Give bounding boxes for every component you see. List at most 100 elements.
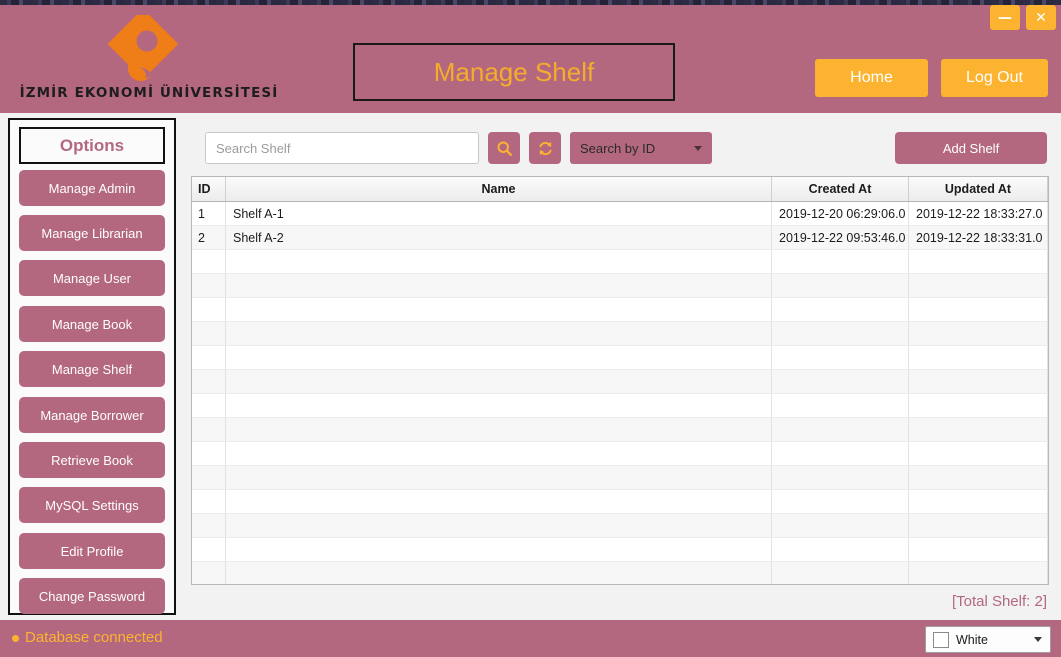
cell-empty	[225, 321, 772, 346]
add-shelf-button[interactable]: Add Shelf	[895, 132, 1047, 164]
cell-empty	[908, 345, 1048, 370]
cell-empty	[771, 417, 909, 442]
column-header-updated-at[interactable]: Updated At	[908, 177, 1048, 202]
table-header-row: ID Name Created At Updated At	[192, 177, 1048, 202]
page-title-box: Manage Shelf	[353, 43, 675, 101]
table-row-empty[interactable]	[192, 369, 1048, 394]
table-row-empty[interactable]	[192, 489, 1048, 514]
refresh-icon	[538, 141, 552, 155]
table-row-empty[interactable]	[192, 561, 1048, 584]
cell-empty	[225, 441, 772, 466]
cell-empty	[225, 369, 772, 394]
cell-empty	[771, 537, 909, 562]
application-window: İZMİR EKONOMİ ÜNİVERSİTESİ Manage Shelf …	[0, 5, 1061, 657]
minimize-icon: —	[998, 9, 1012, 26]
sidebar-item-edit-profile[interactable]: Edit Profile	[19, 533, 165, 569]
search-button[interactable]	[488, 132, 520, 164]
cell-empty	[908, 321, 1048, 346]
cell-empty	[192, 417, 226, 442]
table-row-empty[interactable]	[192, 249, 1048, 274]
university-name-label: İZMİR EKONOMİ ÜNİVERSİTESİ	[19, 85, 279, 101]
chevron-down-icon	[694, 145, 702, 151]
cell-empty	[908, 369, 1048, 394]
sidebar-heading: Options	[59, 135, 125, 155]
cell-empty	[771, 345, 909, 370]
status-indicator-icon	[12, 634, 19, 642]
close-button[interactable]: ✕	[1026, 5, 1056, 30]
cell-empty	[771, 297, 909, 322]
search-by-dropdown[interactable]: Search by ID	[570, 132, 712, 164]
cell-empty	[192, 537, 226, 562]
cell-empty	[771, 321, 909, 346]
theme-swatch-icon	[933, 631, 949, 648]
shelf-table[interactable]: ID Name Created At Updated At 1 Shelf A-…	[191, 176, 1049, 585]
izmir-ekonomi-logo-icon	[107, 15, 179, 81]
cell-empty	[771, 513, 909, 538]
cell-empty	[771, 249, 909, 274]
table-row[interactable]: 2 Shelf A-2 2019-12-22 09:53:46.0 2019-1…	[192, 225, 1048, 250]
cell-empty	[225, 393, 772, 418]
cell-empty	[192, 345, 226, 370]
database-status: Database connected	[12, 629, 163, 646]
sidebar-item-manage-user[interactable]: Manage User	[19, 260, 165, 296]
cell-empty	[192, 561, 226, 584]
sidebar-item-manage-borrower[interactable]: Manage Borrower	[19, 397, 165, 433]
column-header-created-at[interactable]: Created At	[771, 177, 909, 202]
table-row-empty[interactable]	[192, 537, 1048, 562]
cell-empty	[908, 561, 1048, 584]
table-row-empty[interactable]	[192, 417, 1048, 442]
cell-empty	[908, 273, 1048, 298]
refresh-button[interactable]	[529, 132, 561, 164]
cell-updated-at: 2019-12-22 18:33:31.0	[908, 225, 1048, 250]
table-row-empty[interactable]	[192, 465, 1048, 490]
sidebar-item-manage-book[interactable]: Manage Book	[19, 306, 165, 342]
cell-empty	[192, 369, 226, 394]
search-icon	[496, 140, 512, 156]
university-logo: İZMİR EKONOMİ ÜNİVERSİTESİ	[12, 9, 277, 103]
cell-name: Shelf A-1	[225, 201, 772, 226]
cell-empty	[225, 537, 772, 562]
cell-empty	[225, 417, 772, 442]
minimize-button[interactable]: —	[990, 5, 1020, 30]
sidebar-item-manage-shelf[interactable]: Manage Shelf	[19, 351, 165, 387]
theme-value: White	[956, 632, 988, 647]
sidebar-panel: Options Manage Admin Manage Librarian Ma…	[8, 118, 176, 615]
table-empty-rows	[192, 249, 1048, 584]
cell-empty	[908, 489, 1048, 514]
table-row-empty[interactable]	[192, 441, 1048, 466]
cell-empty	[908, 537, 1048, 562]
theme-dropdown[interactable]: White	[925, 626, 1051, 653]
app-header: İZMİR EKONOMİ ÜNİVERSİTESİ Manage Shelf …	[0, 5, 1061, 113]
table-body: 1 Shelf A-1 2019-12-20 06:29:06.0 2019-1…	[192, 201, 1048, 250]
cell-created-at: 2019-12-22 09:53:46.0	[771, 225, 909, 250]
sidebar-item-change-password[interactable]: Change Password	[19, 578, 165, 614]
table-row-empty[interactable]	[192, 321, 1048, 346]
cell-empty	[192, 393, 226, 418]
table-row-empty[interactable]	[192, 513, 1048, 538]
cell-empty	[225, 345, 772, 370]
table-row-empty[interactable]	[192, 273, 1048, 298]
cell-empty	[908, 465, 1048, 490]
cell-empty	[192, 249, 226, 274]
table-row-empty[interactable]	[192, 297, 1048, 322]
cell-empty	[908, 513, 1048, 538]
cell-empty	[908, 249, 1048, 274]
sidebar-item-mysql-settings[interactable]: MySQL Settings	[19, 487, 165, 523]
sidebar-item-manage-admin[interactable]: Manage Admin	[19, 170, 165, 206]
column-header-name[interactable]: Name	[225, 177, 772, 202]
sidebar-item-retrieve-book[interactable]: Retrieve Book	[19, 442, 165, 478]
column-header-id[interactable]: ID	[192, 177, 226, 202]
chevron-down-icon	[1034, 637, 1042, 642]
home-button[interactable]: Home	[815, 59, 928, 97]
table-row-empty[interactable]	[192, 393, 1048, 418]
search-input[interactable]	[205, 132, 479, 164]
cell-empty	[192, 297, 226, 322]
table-row-empty[interactable]	[192, 345, 1048, 370]
logout-button[interactable]: Log Out	[941, 59, 1048, 97]
cell-empty	[908, 441, 1048, 466]
table-row[interactable]: 1 Shelf A-1 2019-12-20 06:29:06.0 2019-1…	[192, 201, 1048, 226]
sidebar-item-manage-librarian[interactable]: Manage Librarian	[19, 215, 165, 251]
cell-id: 1	[192, 201, 226, 226]
status-bar: Database connected White	[0, 620, 1061, 657]
cell-empty	[771, 273, 909, 298]
